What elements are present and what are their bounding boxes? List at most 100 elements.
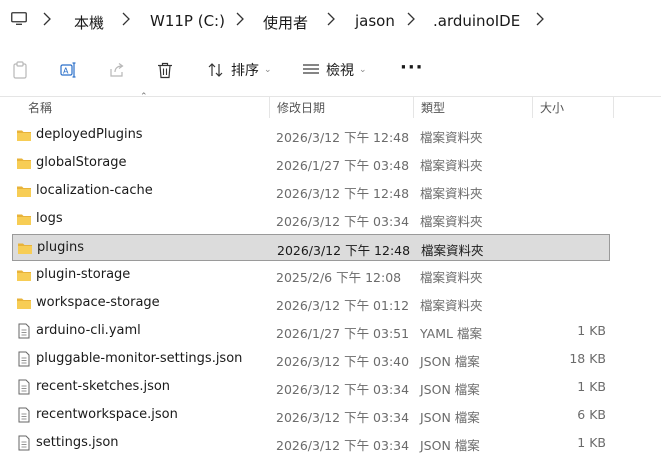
breadcrumb-this-pc[interactable]: 本機 (74, 12, 104, 33)
file-row[interactable]: settings.json 2026/3/12 下午 03:34 JSON 檔案 1 … (12, 430, 610, 457)
item-modified-date: 2026/1/27 下午 03:48 (276, 158, 410, 173)
svg-text:A: A (63, 67, 69, 76)
paste-button[interactable] (12, 59, 28, 81)
item-modified-date: 2026/1/27 下午 03:51 (276, 326, 410, 341)
file-row[interactable]: pluggable-monitor-settings.json 2026/3/12… (12, 346, 610, 373)
item-name: logs (36, 211, 63, 226)
folder-row[interactable]: deployedPlugins 2026/3/12 下午 12:48 檔案資料夾 (12, 122, 610, 149)
column-divider[interactable] (613, 96, 614, 118)
file-icon (18, 379, 30, 395)
column-header-name[interactable]: 名稱 (28, 99, 52, 116)
file-icon (18, 323, 30, 339)
item-type: 檔案資料夾 (420, 270, 483, 285)
column-header-type[interactable]: 類型 (421, 99, 445, 116)
item-modified-date: 2026/3/12 下午 03:34 (276, 410, 410, 425)
column-divider[interactable] (532, 96, 533, 118)
this-pc-icon[interactable] (11, 12, 27, 25)
rename-button[interactable]: A (60, 59, 78, 81)
file-icon (18, 407, 30, 423)
item-name: plugins (37, 240, 84, 255)
item-name: pluggable-monitor-settings.json (36, 351, 243, 366)
file-row[interactable]: arduino-cli.yaml 2026/1/27 下午 03:51 YAML 檔… (12, 318, 610, 345)
paste-icon (13, 61, 27, 79)
item-type: 檔案資料夾 (420, 214, 483, 229)
item-modified-date: 2026/3/12 下午 12:48 (277, 243, 411, 258)
column-divider[interactable] (269, 96, 270, 118)
item-type: YAML 檔案 (420, 326, 482, 341)
chevron-right-icon[interactable] (234, 9, 246, 29)
item-name: arduino-cli.yaml (36, 323, 141, 338)
more-icon: ··· (400, 56, 424, 78)
folder-icon (17, 186, 31, 197)
folder-icon (18, 243, 32, 254)
breadcrumb-users[interactable]: 使用者 (263, 12, 308, 33)
folder-icon (17, 130, 31, 141)
sort-label: 排序 (231, 63, 259, 79)
item-size: 6 KB (577, 407, 606, 422)
share-icon (110, 62, 124, 77)
chevron-right-icon[interactable] (120, 9, 132, 29)
item-modified-date: 2026/3/12 下午 12:48 (276, 130, 410, 145)
trash-icon (158, 62, 172, 78)
folder-row[interactable]: logs 2026/3/12 下午 03:34 檔案資料夾 (12, 206, 610, 233)
item-type: 檔案資料夾 (420, 186, 483, 201)
column-header-row: ⌃ 名稱 修改日期 類型 大小 (0, 92, 661, 118)
item-name: plugin-storage (36, 267, 131, 282)
item-modified-date: 2026/3/12 下午 03:40 (276, 354, 410, 369)
breadcrumb-user[interactable]: jason (355, 12, 395, 30)
chevron-right-icon[interactable] (405, 9, 417, 29)
file-icon (18, 435, 30, 451)
more-options-button[interactable]: ··· (400, 56, 424, 78)
sort-button[interactable]: 排序 ⌄ (207, 59, 272, 81)
folder-row[interactable]: plugin-storage 2025/2/6 下午 12:08 檔案資料夾 (12, 262, 610, 289)
item-type: JSON 檔案 (420, 382, 480, 397)
item-modified-date: 2025/2/6 下午 12:08 (276, 270, 402, 285)
column-header-size[interactable]: 大小 (540, 99, 564, 116)
folder-icon (17, 214, 31, 225)
share-button[interactable] (108, 59, 125, 81)
item-type: 檔案資料夾 (420, 130, 483, 145)
command-bar: A 排序 ⌄ 檢視 ⌄ ··· (0, 44, 661, 97)
item-name: settings.json (36, 435, 119, 450)
breadcrumb-current[interactable]: .arduinoIDE (433, 12, 520, 30)
file-row[interactable]: recentworkspace.json 2026/3/12 下午 03:34 JS… (12, 402, 610, 429)
item-name: deployedPlugins (36, 127, 143, 142)
item-modified-date: 2026/3/12 下午 01:12 (276, 298, 410, 313)
view-list-icon (303, 64, 319, 74)
item-size: 18 KB (569, 351, 606, 366)
item-type: JSON 檔案 (420, 438, 480, 453)
chevron-right-icon[interactable] (41, 9, 53, 29)
item-modified-date: 2026/3/12 下午 12:48 (276, 186, 410, 201)
item-modified-date: 2026/3/12 下午 03:34 (276, 382, 410, 397)
folder-row[interactable]: localization-cache 2026/3/12 下午 12:48 檔案資料… (12, 178, 610, 205)
sort-icon (208, 63, 223, 77)
chevron-right-icon[interactable] (534, 9, 546, 29)
folder-icon (17, 270, 31, 281)
view-button[interactable]: 檢視 ⌄ (302, 59, 367, 81)
folder-row[interactable]: plugins 2026/3/12 下午 12:48 檔案資料夾 (12, 234, 610, 261)
folder-row[interactable]: globalStorage 2026/1/27 下午 03:48 檔案資料夾 (12, 150, 610, 177)
file-icon (18, 351, 30, 367)
folder-row[interactable]: workspace-storage 2026/3/12 下午 01:12 檔案資料夾 (12, 290, 610, 317)
column-header-date[interactable]: 修改日期 (277, 99, 325, 116)
item-name: workspace-storage (36, 295, 160, 310)
breadcrumb-drive[interactable]: W11P (C:) (150, 12, 225, 30)
item-name: globalStorage (36, 155, 127, 170)
item-size: 1 KB (577, 435, 606, 450)
address-bar[interactable]: 本機 W11P (C:) 使用者 jason .arduinoIDE (0, 0, 661, 44)
delete-button[interactable] (157, 59, 173, 81)
chevron-right-icon[interactable] (325, 9, 337, 29)
item-name: recentworkspace.json (36, 407, 178, 422)
item-type: 檔案資料夾 (421, 243, 484, 258)
item-modified-date: 2026/3/12 下午 03:34 (276, 214, 410, 229)
file-row[interactable]: recent-sketches.json 2026/3/12 下午 03:34 JS… (12, 374, 610, 401)
rename-icon: A (60, 62, 76, 78)
column-divider[interactable] (413, 96, 414, 118)
item-type: JSON 檔案 (420, 410, 480, 425)
item-modified-date: 2026/3/12 下午 03:34 (276, 438, 410, 453)
chevron-down-icon: ⌄ (359, 65, 367, 75)
folder-icon (17, 158, 31, 169)
item-size: 1 KB (577, 379, 606, 394)
chevron-down-icon: ⌄ (264, 65, 272, 75)
item-type: 檔案資料夾 (420, 158, 483, 173)
